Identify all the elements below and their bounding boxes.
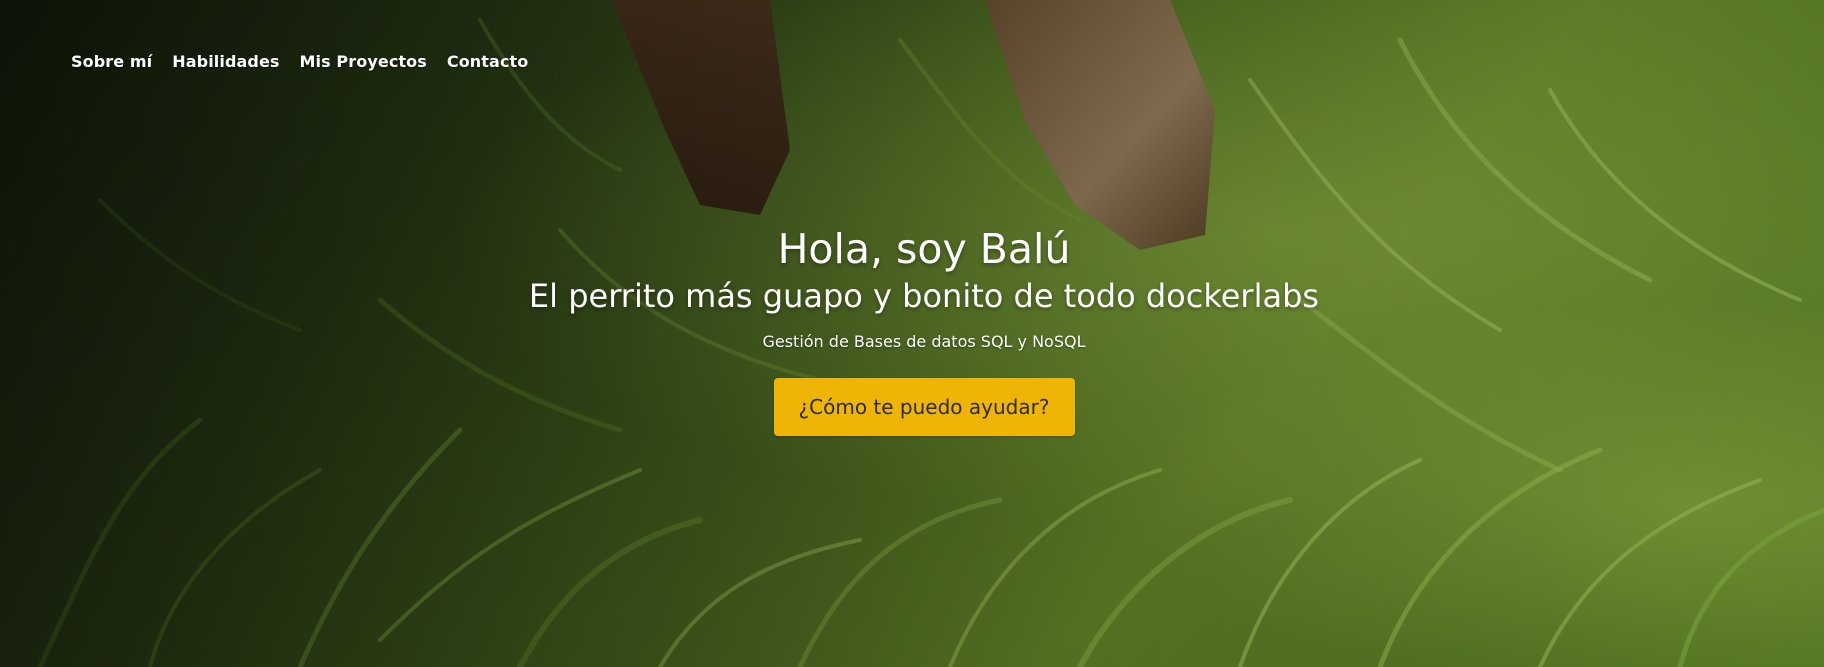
nav-link-contacto[interactable]: Contacto bbox=[447, 52, 529, 71]
nav-link-habilidades[interactable]: Habilidades bbox=[172, 52, 279, 71]
main-nav: Sobre mí Habilidades Mis Proyectos Conta… bbox=[71, 52, 528, 71]
nav-link-sobre-mi[interactable]: Sobre mí bbox=[71, 52, 152, 71]
hero-title: Hola, soy Balú bbox=[777, 225, 1071, 273]
hero-subtitle: El perrito más guapo y bonito de todo do… bbox=[528, 277, 1320, 315]
hero-section: Sobre mí Habilidades Mis Proyectos Conta… bbox=[0, 0, 1824, 667]
nav-link-mis-proyectos[interactable]: Mis Proyectos bbox=[300, 52, 427, 71]
hero-tagline: Gestión de Bases de datos SQL y NoSQL bbox=[762, 332, 1086, 351]
hero-content: Hola, soy Balú El perrito más guapo y bo… bbox=[0, 222, 1824, 436]
cta-help-button[interactable]: ¿Cómo te puedo ayudar? bbox=[773, 378, 1075, 436]
